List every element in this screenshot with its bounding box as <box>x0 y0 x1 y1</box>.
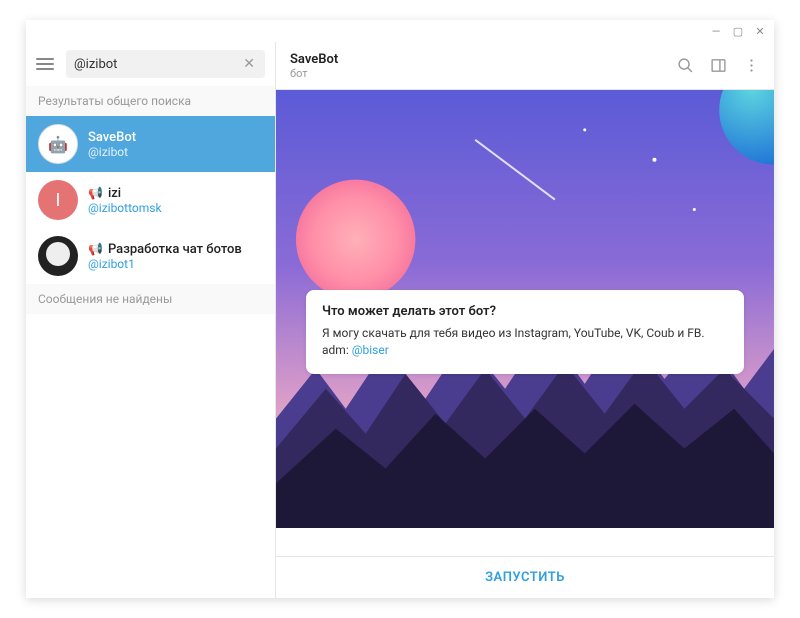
chat-actions <box>677 57 760 74</box>
result-title: 📢 Разработка чат ботов <box>88 242 242 257</box>
no-messages-label: Сообщения не найдены <box>26 284 275 314</box>
sidebar: ✕ Результаты общего поиска 🤖 SaveBot @iz… <box>26 42 276 598</box>
search-result-savebot[interactable]: 🤖 SaveBot @izibot <box>26 116 275 172</box>
app-window: — ▢ ✕ ✕ Результаты общего поиска 🤖 SaveB… <box>26 20 774 598</box>
result-text: 📢 Разработка чат ботов @izibot1 <box>88 242 242 271</box>
search-result-razrabotka[interactable]: 📢 Разработка чат ботов @izibot1 <box>26 228 275 284</box>
search-icon[interactable] <box>677 57 694 74</box>
chat-title: SaveBot <box>290 52 677 67</box>
card-title: Что может делать этот бот? <box>322 304 728 319</box>
result-title-text: Разработка чат ботов <box>108 242 242 257</box>
chat-header: SaveBot бот <box>276 42 774 90</box>
chat-body: Что может делать этот бот? Я могу скачат… <box>276 90 774 556</box>
channel-icon: 📢 <box>88 186 103 200</box>
sidebar-top: ✕ <box>26 42 275 86</box>
admin-link[interactable]: @biser <box>352 343 389 357</box>
clear-search-icon[interactable]: ✕ <box>241 56 257 72</box>
search-box[interactable]: ✕ <box>66 50 265 78</box>
start-button[interactable]: ЗАПУСТИТЬ <box>485 570 565 585</box>
result-title-text: izi <box>108 186 121 201</box>
chat-title-block[interactable]: SaveBot бот <box>290 52 677 80</box>
bot-info-card: Что может делать этот бот? Я могу скачат… <box>306 290 744 374</box>
result-handle: @izibot1 <box>88 257 242 271</box>
content: ✕ Результаты общего поиска 🤖 SaveBot @iz… <box>26 42 774 598</box>
result-title: SaveBot <box>88 130 136 145</box>
result-text: 📢 izi @izibottomsk <box>88 186 162 215</box>
channel-icon: 📢 <box>88 242 103 256</box>
search-input[interactable] <box>74 57 241 72</box>
search-result-izi[interactable]: I 📢 izi @izibottomsk <box>26 172 275 228</box>
avatar-bot-icon: 🤖 <box>38 124 78 164</box>
minimize-icon[interactable]: — <box>710 25 722 37</box>
result-text: SaveBot @izibot <box>88 130 136 159</box>
menu-icon[interactable] <box>36 53 58 75</box>
search-section-label: Результаты общего поиска <box>26 86 275 116</box>
window-titlebar: — ▢ ✕ <box>26 20 774 42</box>
close-icon[interactable]: ✕ <box>754 25 766 37</box>
chat-subtitle: бот <box>290 67 677 80</box>
result-handle: @izibottomsk <box>88 201 162 215</box>
result-title: 📢 izi <box>88 186 162 201</box>
more-icon[interactable] <box>743 57 760 74</box>
sidepanel-icon[interactable] <box>710 57 727 74</box>
maximize-icon[interactable]: ▢ <box>732 25 744 37</box>
avatar-letter-icon: I <box>38 180 78 220</box>
chat-panel: SaveBot бот <box>276 42 774 598</box>
result-handle: @izibot <box>88 145 136 159</box>
avatar-image-icon <box>38 236 78 276</box>
chat-footer: ЗАПУСТИТЬ <box>276 556 774 598</box>
card-body: Я могу скачать для тебя видео из Instagr… <box>322 325 728 360</box>
